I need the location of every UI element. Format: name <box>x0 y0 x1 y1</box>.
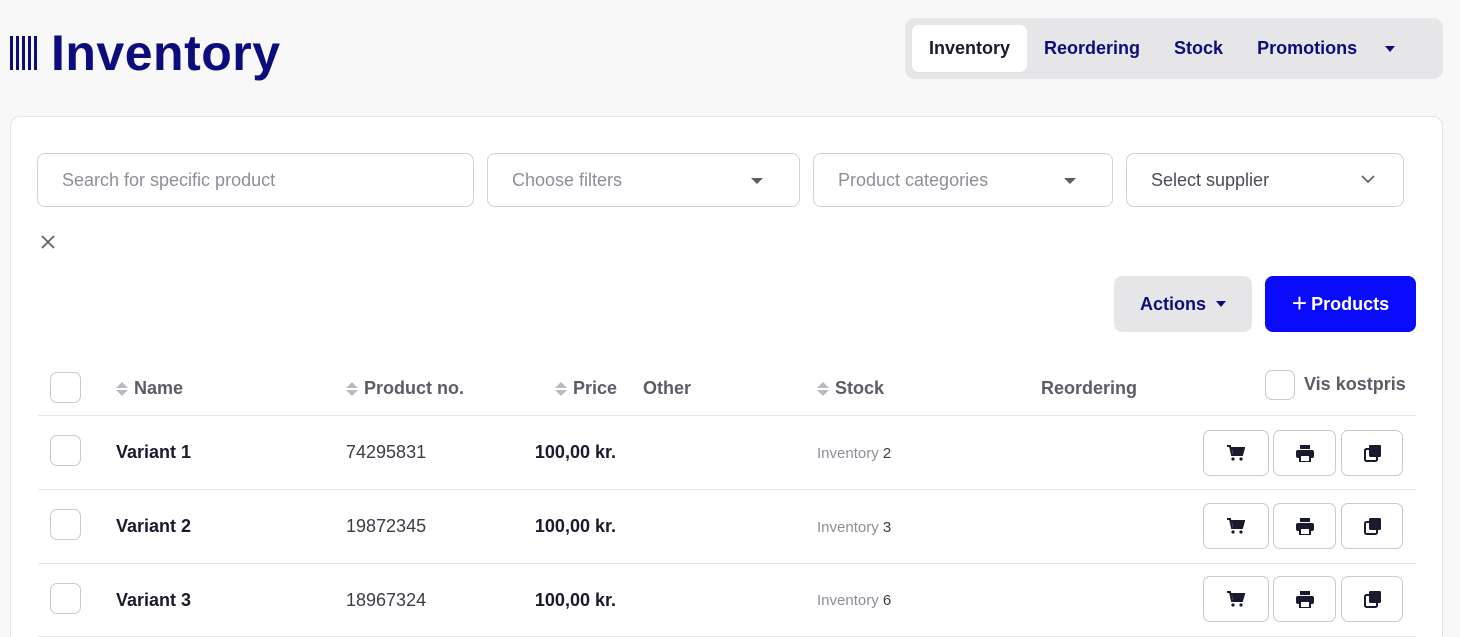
app-logo: Inventory <box>10 24 281 82</box>
stock-value: 3 <box>882 519 892 536</box>
main-tabs: Inventory Reordering Stock Promotions <box>905 18 1443 79</box>
cart-icon <box>1227 591 1245 607</box>
sort-icon <box>817 381 829 396</box>
column-other-label: Other <box>643 378 692 398</box>
print-icon <box>1295 590 1314 608</box>
tabs-more-button[interactable] <box>1374 25 1406 72</box>
copy-icon <box>1363 590 1381 608</box>
tab-promotions[interactable]: Promotions <box>1240 25 1374 72</box>
column-header-reordering: Reordering <box>1041 378 1137 399</box>
cart-icon <box>1227 518 1245 534</box>
print-icon <box>1295 444 1314 462</box>
choose-filters-placeholder: Choose filters <box>512 169 623 190</box>
add-products-label: Products <box>1311 293 1390 314</box>
tab-reordering[interactable]: Reordering <box>1027 25 1157 72</box>
row-price: 100,00 kr. <box>534 590 616 610</box>
add-products-button[interactable]: + Products <box>1265 276 1416 332</box>
search-input[interactable]: Search for specific product <box>37 153 474 207</box>
row-product-no: 19872345 <box>346 516 427 536</box>
copy-icon <box>1363 444 1381 462</box>
caret-down-icon <box>751 178 763 184</box>
column-stock-label: Stock <box>835 378 885 398</box>
cost-price-label: Vis kostpris <box>1304 374 1406 394</box>
supplier-value: Select supplier <box>1151 169 1270 190</box>
choose-filters-select[interactable]: Choose filters <box>487 153 800 207</box>
product-categories-placeholder: Product categories <box>838 169 989 190</box>
select-all-checkbox[interactable] <box>50 372 81 403</box>
product-categories-select[interactable]: Product categories <box>813 153 1113 207</box>
column-price-label: Price <box>573 378 618 398</box>
caret-down-icon <box>1216 301 1226 307</box>
add-to-cart-button[interactable] <box>1203 503 1269 549</box>
row-stock: Inventory 6 <box>817 592 891 609</box>
tab-inventory[interactable]: Inventory <box>912 25 1028 72</box>
sort-icon <box>116 381 128 396</box>
copy-icon <box>1363 517 1381 535</box>
row-divider <box>38 489 1416 490</box>
stock-label: Inventory <box>817 445 879 462</box>
column-header-name[interactable]: Name <box>116 378 183 399</box>
row-checkbox[interactable] <box>50 435 81 466</box>
caret-down-icon <box>1385 45 1396 52</box>
print-icon <box>1295 517 1314 535</box>
row-checkbox[interactable] <box>50 509 81 540</box>
add-to-cart-button[interactable] <box>1203 430 1269 476</box>
row-divider <box>38 415 1416 416</box>
column-name-label: Name <box>134 378 184 398</box>
column-header-price[interactable]: Price <box>555 378 617 399</box>
print-button[interactable] <box>1273 430 1336 476</box>
search-placeholder: Search for specific product <box>62 169 276 190</box>
actions-button[interactable]: Actions <box>1114 276 1252 332</box>
cost-price-checkbox[interactable] <box>1265 370 1295 400</box>
sort-icon <box>346 381 358 396</box>
plus-icon: + <box>1291 287 1308 318</box>
print-button[interactable] <box>1273 503 1336 549</box>
row-name[interactable]: Variant 3 <box>116 590 191 611</box>
chevron-down-icon <box>1361 175 1375 184</box>
row-price: 100,00 kr. <box>534 442 616 462</box>
supplier-select[interactable]: Select supplier <box>1126 153 1404 207</box>
page-title: Inventory <box>51 25 281 81</box>
row-product-no: 74295831 <box>346 442 427 462</box>
row-price: 100,00 kr. <box>534 516 616 536</box>
stock-label: Inventory <box>817 592 879 609</box>
stock-value: 2 <box>882 445 892 462</box>
copy-button[interactable] <box>1341 430 1403 476</box>
print-button[interactable] <box>1273 576 1336 622</box>
row-stock: Inventory 3 <box>817 519 891 536</box>
row-product-no: 18967324 <box>346 590 427 610</box>
column-header-other: Other <box>643 378 691 399</box>
actions-label: Actions <box>1139 293 1206 314</box>
stock-value: 6 <box>882 592 892 609</box>
sort-icon <box>555 381 567 396</box>
row-stock: Inventory 2 <box>817 445 891 462</box>
cart-icon <box>1227 445 1245 461</box>
tab-stock[interactable]: Stock <box>1157 25 1240 72</box>
row-checkbox[interactable] <box>50 583 81 614</box>
row-divider <box>38 563 1416 564</box>
row-name[interactable]: Variant 1 <box>116 442 191 463</box>
copy-button[interactable] <box>1341 503 1403 549</box>
barcode-icon <box>10 36 37 70</box>
column-reordering-label: Reordering <box>1041 378 1138 398</box>
column-header-stock[interactable]: Stock <box>817 378 884 399</box>
row-name[interactable]: Variant 2 <box>116 516 191 537</box>
close-icon[interactable] <box>38 232 58 252</box>
stock-label: Inventory <box>817 519 879 536</box>
column-header-product-no[interactable]: Product no. <box>346 378 464 399</box>
inventory-card: Search for specific product Choose filte… <box>10 116 1443 637</box>
add-to-cart-button[interactable] <box>1203 576 1269 622</box>
copy-button[interactable] <box>1341 576 1403 622</box>
caret-down-icon <box>1064 178 1076 184</box>
column-product-no-label: Product no. <box>364 378 464 398</box>
